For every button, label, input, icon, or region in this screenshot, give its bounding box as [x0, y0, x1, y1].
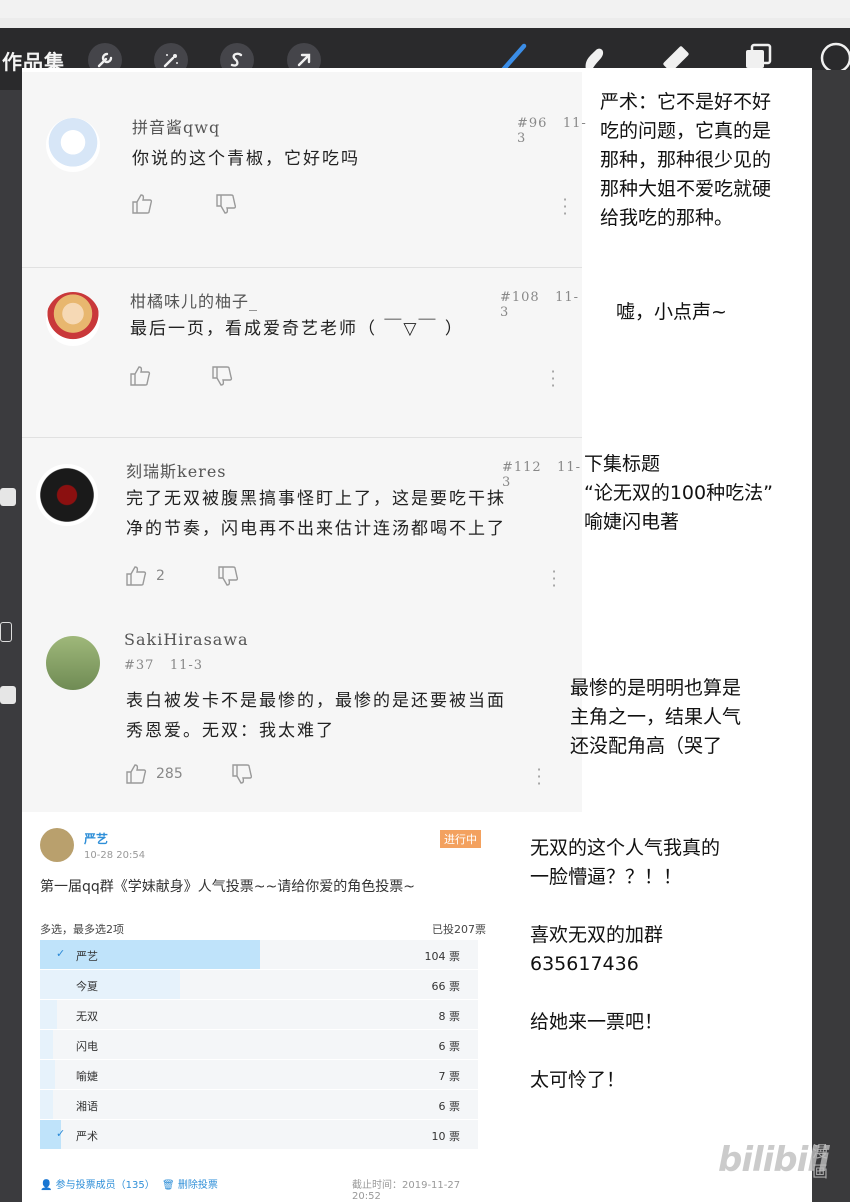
- poll-option-label: 闪电: [76, 1040, 98, 1053]
- dislike-button[interactable]: [210, 364, 234, 388]
- more-icon[interactable]: · · ·: [549, 564, 559, 594]
- thumbs-up-icon: [126, 566, 147, 586]
- dislike-button[interactable]: [230, 762, 254, 786]
- avatar[interactable]: [46, 118, 100, 172]
- side-note: 嘘，小点声~: [616, 301, 727, 323]
- thumbs-down-icon: [212, 366, 233, 386]
- poll-option-fill: [40, 1090, 53, 1119]
- poll-total: 已投207票: [432, 923, 486, 936]
- poll-option-label: 无双: [76, 1010, 98, 1023]
- side-note: 无双的这个人气我真的 一脸懵逼？？！！ 喜欢无双的加群 635617436 给她来一…: [530, 837, 721, 1091]
- poll-option-label: 今夏: [76, 980, 98, 993]
- dislike-button[interactable]: [214, 192, 238, 216]
- poll-option-count: 8 票: [438, 1010, 461, 1023]
- bilibili-logo-sub: 漫画: [812, 1142, 829, 1181]
- poll-option-count: 6 票: [438, 1100, 461, 1113]
- poll-members-link[interactable]: 👤 参与投票成员（135）: [40, 1176, 155, 1191]
- poll-deadline: 截止时间：2019-11-27 20:52: [352, 1180, 461, 1202]
- comment-floor: #96 11-3: [517, 116, 587, 146]
- brush-size-slider-handle[interactable]: [0, 488, 16, 506]
- right-sidebar: [812, 70, 850, 1202]
- comment-item: 刻瑞斯keres #112 11-3 完了无双被腹黑搞事怪盯上了，这是要吃干抹 …: [22, 438, 582, 612]
- poll-option-fill: [40, 970, 180, 999]
- opacity-slider-handle[interactable]: [0, 686, 16, 704]
- thumbs-up-icon: [130, 366, 151, 386]
- comment-item: 柑橘味儿的柚子_ #108 11-3 最后一页，看成爱奇艺老师（ ￣▽￣ ） ·…: [22, 268, 582, 438]
- poll-date: 10-28 20:54: [84, 850, 146, 861]
- like-button[interactable]: 285: [124, 762, 183, 786]
- poll-option-count: 6 票: [438, 1040, 461, 1053]
- thumbs-up-icon: [132, 194, 153, 214]
- more-icon[interactable]: · · ·: [534, 762, 544, 792]
- comment-floor: #37 11-3: [124, 658, 204, 673]
- more-icon[interactable]: · · ·: [560, 192, 570, 222]
- poll-option-count: 66 票: [431, 980, 461, 993]
- left-sidebar: [0, 90, 22, 1202]
- comment-item: SakiHirasawa #37 11-3 表白被发卡不是最惨的，最惨的是还要被…: [22, 612, 582, 812]
- thumbs-down-icon: [232, 764, 253, 784]
- poll-author[interactable]: 严艺: [84, 830, 108, 847]
- tablet-frame-top: [0, 0, 850, 18]
- user-icon: 👤: [40, 1180, 53, 1191]
- checkmark-icon: ✓: [56, 947, 66, 960]
- poll-option-count: 7 票: [438, 1070, 461, 1083]
- poll-option-row[interactable]: 闪电 6 票: [40, 1030, 478, 1059]
- modify-button[interactable]: [0, 622, 12, 642]
- poll-option-fill: [40, 1030, 53, 1059]
- comment-text: 你说的这个青椒，它好吃吗: [132, 149, 360, 169]
- poll-option-row[interactable]: 喻婕 7 票: [40, 1060, 478, 1089]
- poll-option-label: 喻婕: [76, 1070, 98, 1083]
- poll-option-fill: [40, 1060, 55, 1089]
- poll-option-label: 严艺: [76, 950, 98, 963]
- poll-option-count: 10 票: [431, 1130, 461, 1143]
- checkmark-icon: ✓: [56, 1127, 66, 1140]
- poll-option-row[interactable]: 无双 8 票: [40, 1000, 478, 1029]
- thumbs-up-icon: [126, 764, 147, 784]
- trash-icon: 🗑: [162, 1180, 175, 1191]
- poll-author-avatar[interactable]: [40, 828, 74, 862]
- more-icon[interactable]: · · ·: [548, 364, 558, 394]
- side-note: 最惨的是明明也算是 主角之一，结果人气 还没配角高（哭了: [570, 677, 742, 757]
- comment-username[interactable]: 柑橘味儿的柚子_: [130, 288, 258, 312]
- thumbs-down-icon: [218, 566, 239, 586]
- avatar[interactable]: [46, 636, 100, 690]
- poll-option-row[interactable]: ✓ 严艺 104 票: [40, 940, 478, 969]
- comment-item: 拼音酱qwq #96 11-3 你说的这个青椒，它好吃吗 · · ·: [22, 72, 586, 268]
- comment-text: 完了无双被腹黑搞事怪盯上了，这是要吃干抹 净的节奏，闪电再不出来估计连汤都喝不上…: [126, 489, 506, 539]
- side-note: 下集标题 “论无双的100种吃法” 喻婕闪电著: [584, 453, 773, 533]
- like-count: 285: [156, 766, 183, 782]
- comment-text: 最后一页，看成爱奇艺老师（ ￣▽￣ ）: [130, 319, 464, 339]
- thumbs-down-icon: [216, 194, 237, 214]
- like-button[interactable]: 2: [124, 564, 165, 588]
- poll-title: 第一届qq群《学妹献身》人气投票~~请给你爱的角色投票~: [40, 879, 415, 895]
- like-button[interactable]: [128, 364, 152, 388]
- poll-mode: 多选，最多选2项: [40, 923, 124, 936]
- poll-option-label: 湘语: [76, 1100, 98, 1113]
- avatar[interactable]: [36, 464, 98, 526]
- like-button[interactable]: [130, 192, 154, 216]
- dislike-button[interactable]: [216, 564, 240, 588]
- poll-option-fill: [40, 940, 260, 969]
- like-count: 2: [156, 568, 165, 584]
- poll-option-fill: [40, 1000, 57, 1029]
- poll-status-badge: 进行中: [440, 830, 481, 848]
- poll-option-label: 严术: [76, 1130, 98, 1143]
- avatar[interactable]: [46, 292, 100, 346]
- poll-delete-link[interactable]: 🗑 删除投票: [162, 1176, 218, 1191]
- poll-option-row[interactable]: ✓ 严术 10 票: [40, 1120, 478, 1149]
- poll-option-row[interactable]: 今夏 66 票: [40, 970, 478, 999]
- poll-card: 严艺 10-28 20:54 进行中 第一届qq群《学妹献身》人气投票~~请给你…: [22, 818, 492, 1202]
- comment-floor: #108 11-3: [500, 290, 580, 320]
- comment-floor: #112 11-3: [502, 460, 582, 490]
- poll-option-count: 104 票: [424, 950, 461, 963]
- poll-option-row[interactable]: 湘语 6 票: [40, 1090, 478, 1119]
- comment-username[interactable]: 刻瑞斯keres: [126, 458, 227, 482]
- comment-username[interactable]: 拼音酱qwq: [132, 114, 220, 138]
- side-note: 严术：它不是好不好 吃的问题，它真的是 那种，那种很少见的 那种大姐不爱吃就硬 给我吃的…: [600, 91, 772, 229]
- comment-username[interactable]: SakiHirasawa: [124, 630, 249, 649]
- comment-text: 表白被发卡不是最惨的，最惨的是还要被当面 秀恩爱。无双：我太难了: [126, 691, 506, 741]
